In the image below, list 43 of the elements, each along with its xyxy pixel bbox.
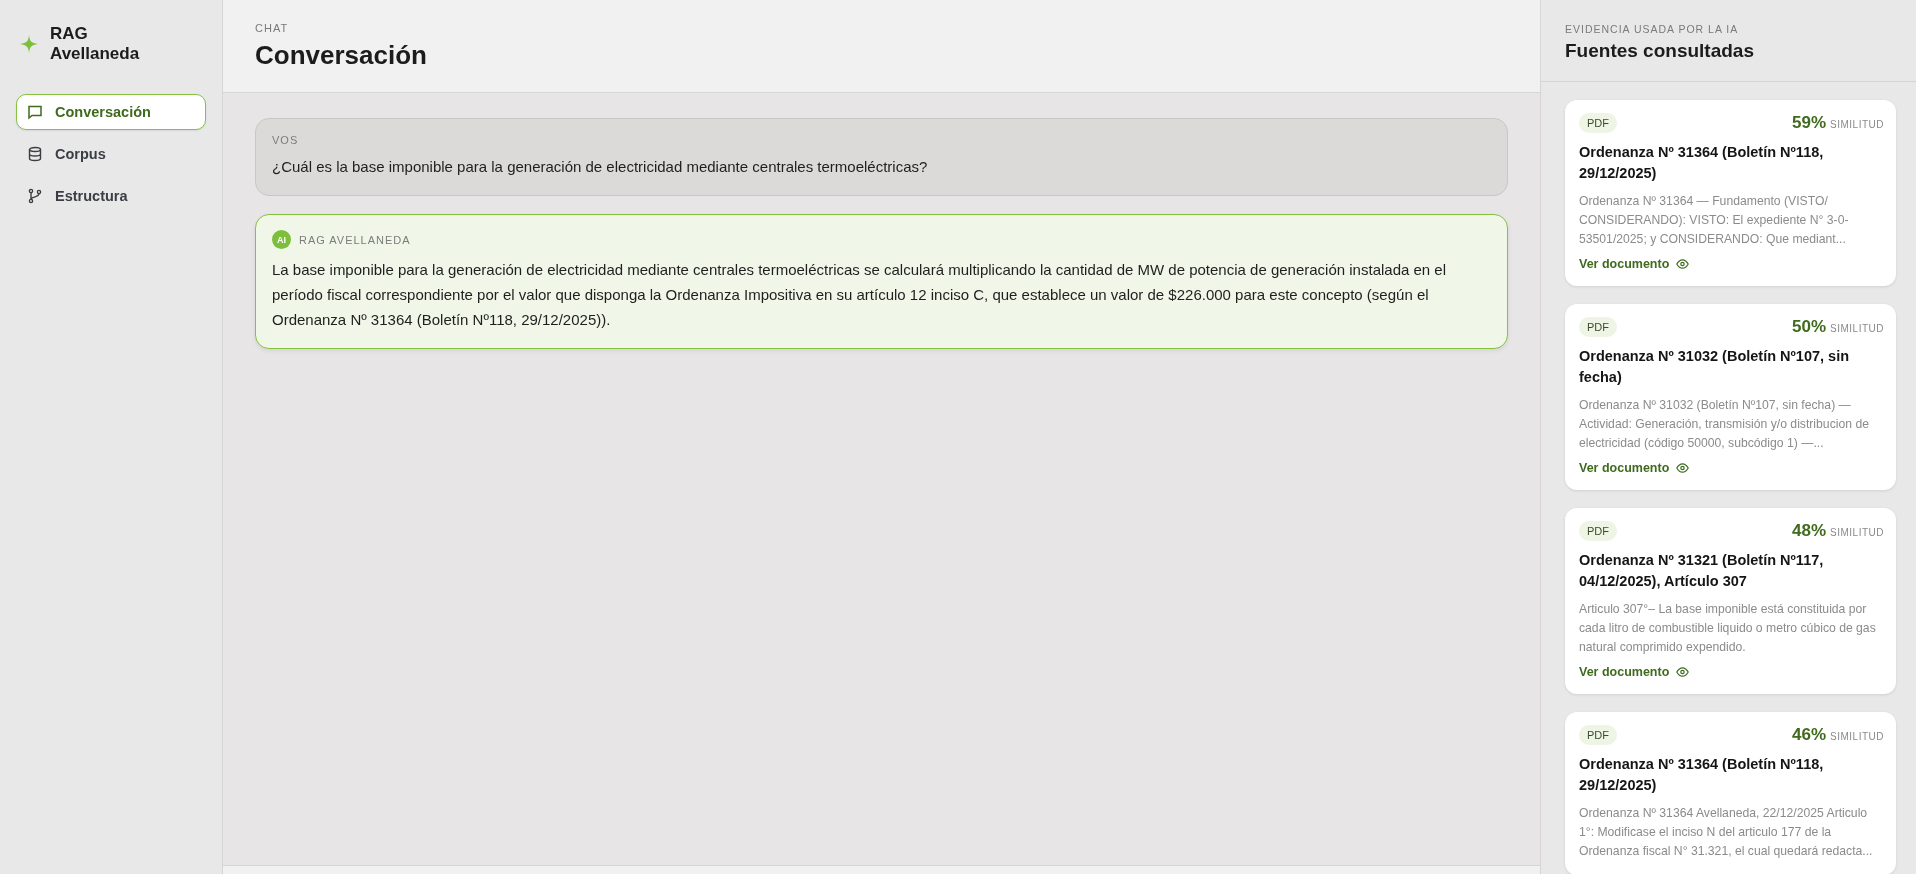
database-icon — [27, 146, 43, 162]
eye-icon — [1676, 259, 1690, 269]
message-text: La base imponible para la generación de electricidad mediante centrales termoeléctricas se calculará multiplicando la cantidad de MW de potencia de generación instalada en el período fiscal correspondiente por el valor que disponga la Ordenanza Impositiva en su artículo 12 inciso C, que establece un valor de $226.000 para este concepto (según el Ordenanza Nº 31364 (Boletín Nº118, 29/12/2025)). — [272, 260, 1448, 330]
file-type-tag: PDF — [1579, 317, 1617, 337]
view-document-link[interactable]: Ver documento — [1579, 257, 1690, 271]
source-excerpt: Ordenanza Nº 31364 Avellaneda, 22/12/2025 Articulo 1°: Modificase el inciso N del articulo 177 de la Ordenanza fiscal N° 31.321, el cual quedará redacta... — [1579, 805, 1874, 860]
similarity-score: 46% — [1792, 725, 1827, 745]
similarity-label: SIMILITUD — [1830, 119, 1884, 130]
nav-item[interactable]: Conversación — [16, 94, 206, 130]
nav-item[interactable]: Corpus — [16, 136, 206, 172]
message-author: VOS — [272, 134, 299, 146]
source-excerpt: Ordenanza Nº 31032 (Boletín Nº107, sin fecha) — Actividad: Generación, transmisión y/o distribucion de electricidad (código 50000, subcódigo 1) —... — [1579, 397, 1870, 452]
message-text: ¿Cuál es la base imponible para la generación de electricidad mediante centrales termoeléctricas? — [272, 157, 929, 177]
eye-icon — [1676, 667, 1690, 677]
source-title: Ordenanza Nº 31032 (Boletín Nº107, sin fecha) — [1579, 347, 1851, 387]
similarity-score: 59% — [1792, 113, 1827, 133]
eye-icon — [1676, 463, 1690, 473]
page-title: Conversación — [255, 40, 428, 71]
sparkle-icon — [20, 35, 38, 53]
source-title: Ordenanza Nº 31364 (Boletín Nº118, 29/12/2025) — [1579, 755, 1825, 795]
similarity-label: SIMILITUD — [1830, 323, 1884, 334]
source-excerpt: Ordenanza Nº 31364 — Fundamento (VISTO/ CONSIDERANDO): VISTO: El expediente N° 3-0-53501/2025; y CONSIDERANDO: Que mediant... — [1579, 193, 1850, 248]
branch-icon — [27, 188, 43, 204]
view-document-link[interactable]: Ver documento — [1579, 665, 1690, 679]
file-type-tag: PDF — [1579, 521, 1617, 541]
similarity-label: SIMILITUD — [1830, 731, 1884, 742]
view-document-link[interactable]: Ver documento — [1579, 461, 1690, 475]
file-type-tag: PDF — [1579, 725, 1617, 745]
chat-icon — [27, 104, 43, 120]
avatar-badge: AI — [272, 230, 291, 249]
source-excerpt: Articulo 307°– La base imponible está constituida por cada litro de combustible liquido o metro cúbico de gas natural comprimido expendido. — [1579, 601, 1877, 656]
file-type-tag: PDF — [1579, 113, 1617, 133]
similarity-score: 50% — [1792, 317, 1827, 337]
section-label: EVIDENCIA USADA POR LA IA — [1565, 23, 1740, 35]
source-title: Ordenanza Nº 31364 (Boletín Nº118, 29/12/2025) — [1579, 143, 1825, 183]
nav-item[interactable]: Estructura — [16, 178, 206, 214]
app-name: RAG Avellaneda — [50, 24, 140, 64]
section-label: CHAT — [255, 22, 290, 34]
similarity-label: SIMILITUD — [1830, 527, 1884, 538]
message-author: RAG AVELLANEDA — [299, 233, 411, 246]
source-title: Ordenanza Nº 31321 (Boletín Nº117, 04/12/2025), Artículo 307 — [1579, 551, 1825, 591]
panel-title: Fuentes consultadas — [1565, 40, 1755, 62]
similarity-score: 48% — [1792, 521, 1827, 541]
